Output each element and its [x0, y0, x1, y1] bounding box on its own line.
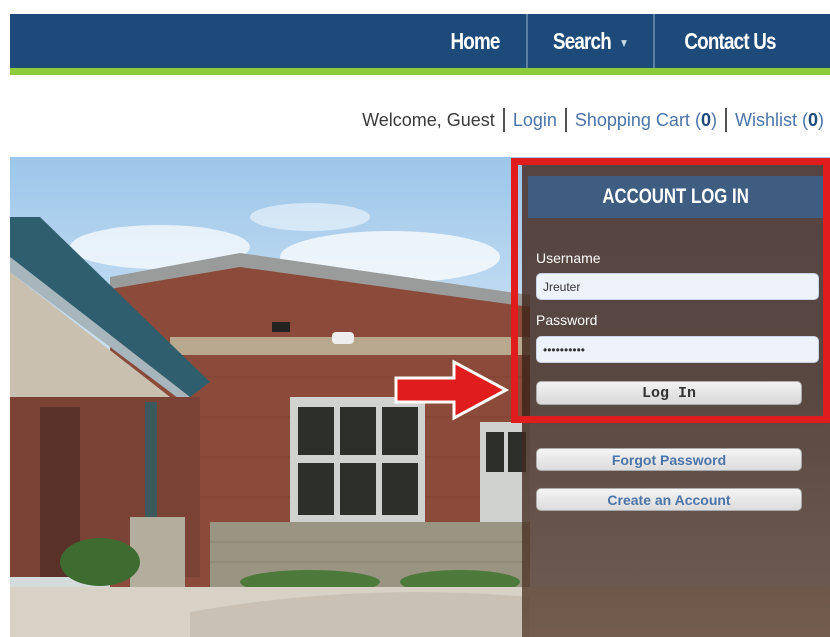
nav-home[interactable]: Home: [433, 14, 517, 68]
nav-separator: [653, 14, 655, 68]
divider: [724, 108, 727, 132]
cart-count: 0: [700, 109, 711, 130]
divider: [502, 108, 505, 132]
nav-separator: [526, 14, 528, 68]
wishlist-count: 0: [807, 109, 818, 130]
chevron-down-icon: ▼: [619, 36, 629, 50]
arrow-right-icon: [394, 359, 510, 421]
wishlist-link[interactable]: Wishlist (0): [735, 110, 824, 131]
nav-search[interactable]: Search ▼: [539, 14, 642, 68]
highlight-box: [511, 158, 830, 423]
create-account-button[interactable]: Create an Account: [536, 488, 802, 511]
shopping-cart-link[interactable]: Shopping Cart (0): [575, 110, 717, 131]
nav-contact-us[interactable]: Contact Us: [669, 14, 792, 68]
nav-accent-bar: [10, 68, 830, 75]
forgot-password-button[interactable]: Forgot Password: [536, 448, 802, 471]
account-bar: Welcome, Guest Login Shopping Cart (0) W…: [362, 106, 824, 134]
welcome-text: Welcome, Guest: [362, 109, 495, 130]
top-navigation: Home Search ▼ Contact Us: [10, 14, 830, 68]
divider: [564, 108, 567, 132]
login-link[interactable]: Login: [513, 110, 557, 131]
